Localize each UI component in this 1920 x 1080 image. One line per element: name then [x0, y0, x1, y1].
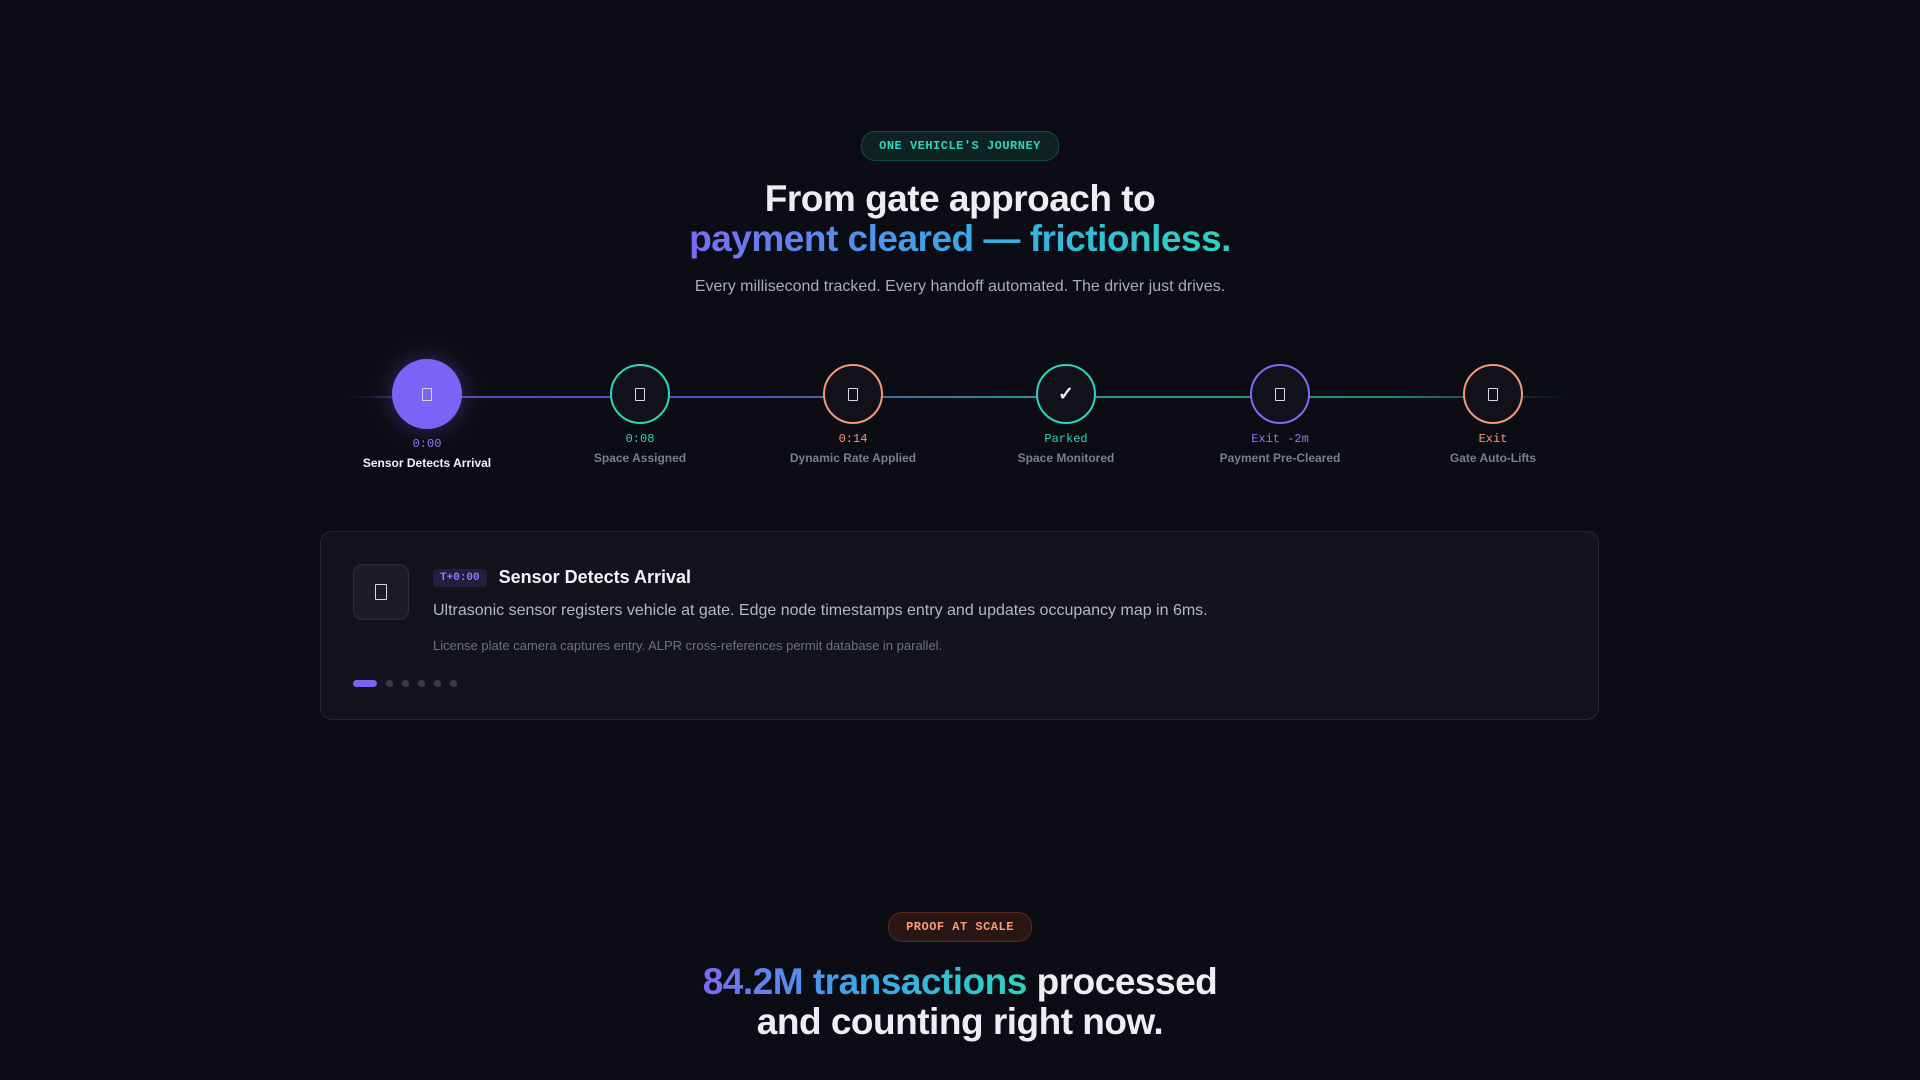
detail-time-tag: T+0:00 [433, 568, 487, 587]
journey-headline-line1: From gate approach to [764, 178, 1156, 219]
pagination-dot[interactable] [418, 680, 425, 687]
step-time: 0:14 [838, 432, 868, 446]
proof-headline-highlight: 84.2M transactions [702, 961, 1028, 1002]
proof-headline-line2: and counting right now. [756, 1001, 1164, 1042]
journey-subtitle: Every millisecond tracked. Every handoff… [694, 278, 1226, 295]
step-label: Dynamic Rate Applied [789, 451, 917, 465]
pagination-dot[interactable] [450, 680, 457, 687]
step-label: Payment Pre-Cleared [1219, 451, 1341, 465]
step-label: Sensor Detects Arrival [362, 456, 492, 470]
step-time: Exit [1478, 432, 1508, 446]
step-time: Exit -2m [1251, 432, 1309, 446]
proof-headline-rest: processed [1026, 961, 1218, 1002]
journey-headline: From gate approach to payment cleared — … [0, 179, 1920, 259]
step-label: Gate Auto-Lifts [1449, 451, 1537, 465]
step-detail-card: T+0:00 Sensor Detects Arrival Ultrasonic… [320, 531, 1599, 720]
timeline-step-space[interactable]: 0:08 Space Assigned [550, 362, 730, 465]
sensor-icon [353, 564, 409, 620]
timeline-step-payment[interactable]: Exit -2m Payment Pre-Cleared [1190, 362, 1370, 465]
timeline-step-monitored[interactable]: ✓ Parked Space Monitored [976, 362, 1156, 465]
step-time: Parked [1044, 432, 1088, 446]
timeline-step-gate[interactable]: Exit Gate Auto-Lifts [1403, 362, 1583, 465]
step-time: 0:08 [625, 432, 655, 446]
page: ONE VEHICLE'S JOURNEY From gate approach… [0, 0, 1920, 1080]
step-pagination [353, 680, 466, 687]
timeline-track [350, 396, 1570, 398]
proof-headline: 84.2M transactions processed and countin… [0, 962, 1920, 1042]
payment-icon[interactable] [1250, 364, 1310, 424]
check-icon[interactable]: ✓ [1036, 364, 1096, 424]
detail-note: License plate camera captures entry. ALP… [433, 638, 943, 653]
detail-header: T+0:00 Sensor Detects Arrival [433, 567, 691, 588]
detail-description: Ultrasonic sensor registers vehicle at g… [433, 602, 1208, 619]
timeline-step-sensor[interactable]: 0:00 Sensor Detects Arrival [337, 359, 517, 470]
pagination-dot[interactable] [386, 680, 393, 687]
pagination-dot[interactable] [402, 680, 409, 687]
timeline-step-rate[interactable]: 0:14 Dynamic Rate Applied [763, 362, 943, 465]
journey-headline-line2: payment cleared — frictionless. [689, 218, 1231, 259]
section-badge-proof: PROOF AT SCALE [888, 912, 1032, 942]
pagination-dot[interactable] [353, 680, 377, 687]
journey-timeline: 0:00 Sensor Detects Arrival 0:08 Space A… [337, 359, 1583, 482]
section-badge-journey: ONE VEHICLE'S JOURNEY [861, 131, 1059, 161]
step-time: 0:00 [412, 437, 442, 451]
step-label: Space Assigned [593, 451, 687, 465]
sensor-icon[interactable] [392, 359, 462, 429]
parking-space-icon[interactable] [610, 364, 670, 424]
step-label: Space Monitored [1017, 451, 1115, 465]
gate-icon[interactable] [1463, 364, 1523, 424]
rate-icon[interactable] [823, 364, 883, 424]
pagination-dot[interactable] [434, 680, 441, 687]
detail-title: Sensor Detects Arrival [498, 567, 692, 587]
